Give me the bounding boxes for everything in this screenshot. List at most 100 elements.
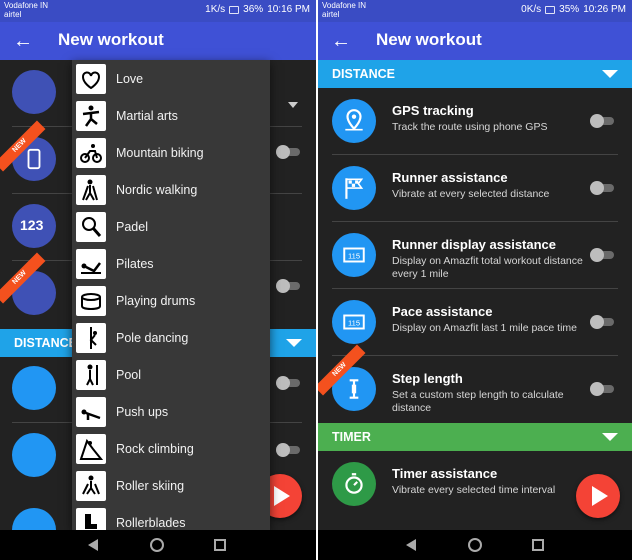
dropdown-item-label: Martial arts (116, 109, 178, 123)
dropdown-item-pole-dancing[interactable]: Pole dancing (72, 319, 270, 356)
network-speed: 0K/s (521, 4, 542, 15)
step-length-row[interactable]: NEW Step length Set a custom step length… (318, 344, 618, 423)
checkered-flag-icon (332, 166, 376, 210)
section-label: DISTANCE (332, 67, 395, 81)
chevron-down-icon (286, 339, 302, 347)
dropdown-item-label: Nordic walking (116, 183, 198, 197)
pole-dancing-icon (76, 323, 106, 353)
dropdown-item-martial-arts[interactable]: Martial arts (72, 97, 270, 134)
nav-recents-icon[interactable] (214, 539, 226, 551)
dropdown-item-nordic-walking[interactable]: Nordic walking (72, 171, 270, 208)
roller-skiing-icon (76, 471, 106, 501)
nav-back-icon[interactable] (88, 539, 98, 551)
gps-tracking-row[interactable]: GPS tracking Track the route using phone… (332, 88, 618, 155)
step-length-toggle[interactable] (590, 382, 616, 396)
mountain-bike-icon (76, 138, 106, 168)
dropdown-item-label: Roller skiing (116, 479, 185, 493)
dropdown-item-label: Padel (116, 220, 148, 234)
svg-text:115: 115 (348, 318, 360, 327)
dropdown-item-label: Pole dancing (116, 331, 189, 345)
row-subtitle: Track the route using phone GPS (392, 121, 548, 133)
chevron-down-icon[interactable] (288, 102, 298, 108)
dropdown-item-roller-skiing[interactable]: Roller skiing (72, 467, 270, 504)
row-subtitle: Display on Amazfit total workout distanc… (392, 255, 583, 280)
row-title: Pace assistance (392, 304, 493, 319)
gps-tracking-toggle[interactable] (590, 114, 616, 128)
pace-assistance-row[interactable]: 115 Pace assistance Display on Amazfit l… (332, 289, 618, 356)
toggle-switch[interactable] (276, 376, 302, 390)
pilates-icon (76, 249, 106, 279)
status-bar: Vodafone IN airtel 0K/s 35% 10:26 PM (318, 0, 632, 22)
back-arrow-icon[interactable]: ← (10, 28, 36, 54)
carrier-name: Vodafone IN (4, 1, 49, 10)
counter-icon-avatar: 123 (12, 204, 56, 248)
carrier-name: Vodafone IN (322, 1, 367, 10)
nav-home-icon[interactable] (468, 538, 482, 552)
push-ups-icon (76, 397, 106, 427)
row-title: Runner assistance (392, 170, 508, 185)
system-nav-bar (318, 530, 632, 560)
dropdown-item-label: Push ups (116, 405, 169, 419)
map-pin-icon-avatar (12, 366, 56, 410)
row-title: Timer assistance (392, 466, 498, 481)
status-icons: 0K/s 35% 10:26 PM (521, 4, 626, 15)
hearts-icon (76, 64, 106, 94)
section-label: TIMER (332, 430, 371, 444)
back-arrow-icon[interactable]: ← (328, 28, 354, 54)
toggle-switch[interactable] (276, 145, 302, 159)
pool-icon (76, 360, 106, 390)
runner-display-toggle[interactable] (590, 248, 616, 262)
carrier-info: Vodafone IN airtel (322, 1, 366, 19)
row-title: Runner display assistance (392, 237, 557, 252)
play-icon (592, 486, 608, 506)
signal-icon (545, 5, 556, 14)
left-phone-screen: Vodafone IN airtel 1K/s 36% 10:16 PM ← N… (0, 0, 316, 560)
pace-assistance-toggle[interactable] (590, 315, 616, 329)
timer-section-header[interactable]: TIMER (318, 423, 632, 451)
distance-section-header[interactable]: DISTANCE (318, 60, 632, 88)
clock: 10:16 PM (267, 4, 310, 15)
dropdown-item-pilates[interactable]: Pilates (72, 245, 270, 282)
row-subtitle: Vibrate every selected time interval (392, 484, 556, 496)
dropdown-item-label: Love (116, 72, 144, 86)
padel-icon (76, 212, 106, 242)
toggle-switch[interactable] (276, 279, 302, 293)
nav-home-icon[interactable] (150, 538, 164, 552)
play-icon (274, 486, 290, 506)
row-subtitle: Set a custom step length to calculate di… (392, 389, 564, 414)
start-workout-button[interactable] (576, 474, 620, 518)
row-title: GPS tracking (392, 103, 474, 118)
carrier-name-2: airtel (322, 10, 340, 19)
app-bar: ← New workout (318, 22, 632, 60)
status-icons: 1K/s 36% 10:16 PM (205, 4, 310, 15)
timer-assistance-row[interactable]: Timer assistance Vibrate every selected … (332, 451, 618, 518)
signal-icon (229, 5, 240, 14)
nordic-walking-icon (76, 175, 106, 205)
nav-recents-icon[interactable] (532, 539, 544, 551)
runner-assistance-row[interactable]: Runner assistance Vibrate at every selec… (332, 155, 618, 222)
rollerblades-icon (76, 508, 106, 530)
martial-arts-icon (76, 101, 106, 131)
dropdown-item-mountain-biking[interactable]: Mountain biking (72, 134, 270, 171)
nav-back-icon[interactable] (406, 539, 416, 551)
map-pin-icon (332, 99, 376, 143)
runner-assistance-toggle[interactable] (590, 181, 616, 195)
tango-icon-avatar (12, 70, 56, 114)
page-title: New workout (376, 30, 482, 49)
dropdown-item-push-ups[interactable]: Push ups (72, 393, 270, 430)
rock-climbing-icon (76, 434, 106, 464)
runner-display-assistance-row[interactable]: 115 Runner display assistance Display on… (332, 222, 618, 289)
svg-text:115: 115 (348, 251, 360, 260)
display-115-icon: 115 (332, 233, 376, 277)
dropdown-item-rollerblades[interactable]: Rollerblades (72, 504, 270, 530)
dropdown-item-padel[interactable]: Padel (72, 208, 270, 245)
dropdown-item-label: Pool (116, 368, 142, 382)
dropdown-item-label: Playing drums (116, 294, 196, 308)
dropdown-item-playing-drums[interactable]: Playing drums (72, 282, 270, 319)
dropdown-item-pool[interactable]: Pool (72, 356, 270, 393)
toggle-switch[interactable] (276, 443, 302, 457)
activity-dropdown-menu: Love Martial arts Mountain biking Nordic… (72, 60, 270, 530)
dropdown-item-love[interactable]: Love (72, 60, 270, 97)
dropdown-item-rock-climbing[interactable]: Rock climbing (72, 430, 270, 467)
dropdown-item-label: Mountain biking (116, 146, 204, 160)
